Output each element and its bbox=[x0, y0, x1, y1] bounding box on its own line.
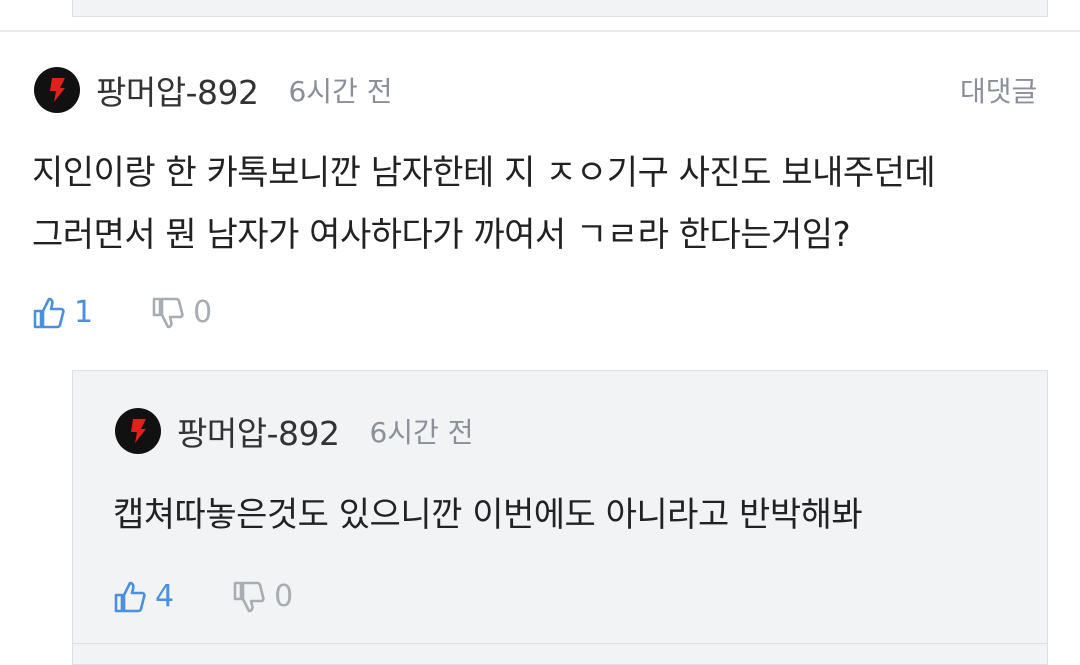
thumbs-up-icon bbox=[114, 581, 146, 612]
reply-button[interactable]: 대댓글 bbox=[960, 70, 1037, 110]
dislike-count: 0 bbox=[193, 295, 213, 330]
reply-body: 캡쳐따놓은것도 있으니깐 이번에도 아니라고 반박해봐 bbox=[113, 495, 863, 535]
avatar-logo-icon bbox=[50, 78, 65, 102]
dislike-button[interactable]: 0 bbox=[151, 295, 212, 330]
reply-header: 팡머압-892 6시간 전 bbox=[115, 407, 473, 455]
reply-item: 팡머압-892 6시간 전 캡쳐따놓은것도 있으니깐 이번에도 아니라고 반박해… bbox=[72, 370, 1048, 644]
comment-author[interactable]: 팡머압-892 bbox=[96, 66, 259, 114]
thumbs-up-icon bbox=[33, 297, 65, 328]
avatar-logo-icon bbox=[131, 419, 146, 443]
reply-like-button[interactable]: 4 bbox=[113, 579, 174, 614]
comment-body-line-2: 그러면서 뭔 남자가 여사하다가 까여서 ㄱㄹ라 한다는거임? bbox=[32, 215, 851, 255]
comment-votes: 1 0 bbox=[32, 295, 212, 330]
reply-time: 6시간 전 bbox=[369, 416, 474, 449]
comment-body-line-1: 지인이랑 한 카톡보니깐 남자한테 지 ㅈㅇ기구 사진도 보내주던데 bbox=[32, 153, 936, 193]
like-button[interactable]: 1 bbox=[32, 295, 93, 330]
thumbs-down-icon bbox=[233, 581, 265, 612]
comment-header: 팡머압-892 6시간 전 bbox=[34, 66, 392, 114]
like-count: 1 bbox=[74, 295, 94, 330]
reply-like-count: 4 bbox=[155, 579, 175, 614]
reply-author[interactable]: 팡머압-892 bbox=[177, 407, 340, 455]
reply-avatar[interactable] bbox=[115, 408, 161, 454]
comment-item: 팡머압-892 6시간 전 대댓글 지인이랑 한 카톡보니깐 남자한테 지 ㅈㅇ… bbox=[0, 32, 1080, 362]
comment-time: 6시간 전 bbox=[288, 75, 393, 108]
reply-dislike-button[interactable]: 0 bbox=[232, 579, 293, 614]
reply-votes: 4 0 bbox=[113, 579, 293, 614]
reply-dislike-count: 0 bbox=[274, 579, 294, 614]
thumbs-down-icon bbox=[152, 297, 184, 328]
previous-reply-box bbox=[72, 0, 1048, 17]
avatar[interactable] bbox=[34, 67, 80, 113]
next-reply-box bbox=[72, 643, 1048, 665]
